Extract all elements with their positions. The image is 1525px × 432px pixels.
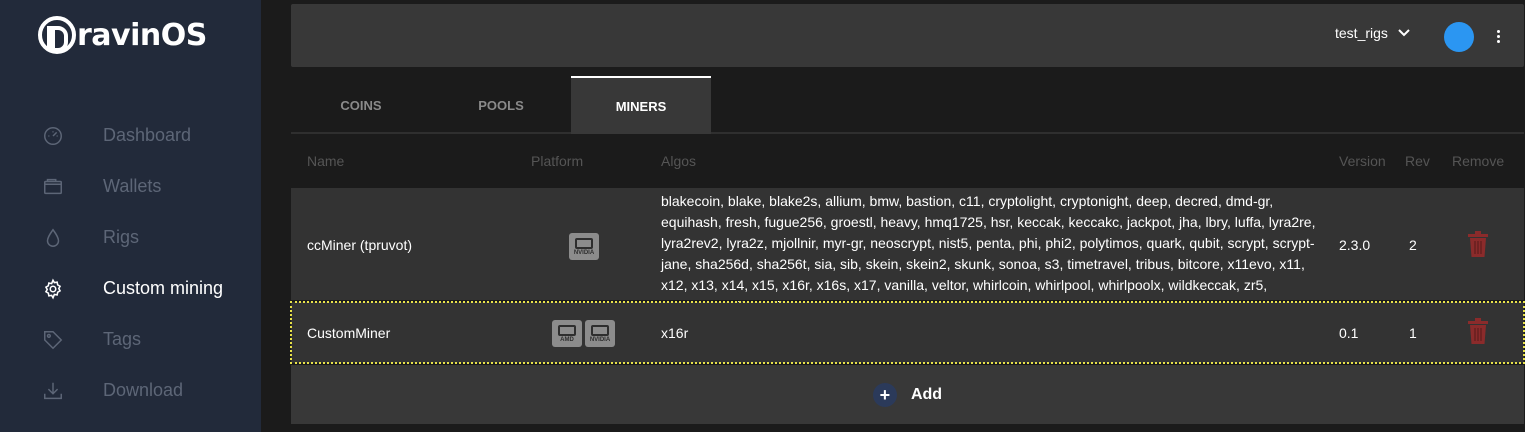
miner-version: 2.3.0 bbox=[1339, 237, 1371, 253]
miner-algos: x16r bbox=[661, 325, 689, 341]
tab-miners[interactable]: MINERS bbox=[571, 76, 711, 134]
nvidia-icon: NVIDIA bbox=[585, 320, 615, 347]
miner-algos: blakecoin, blake, blake2s, allium, bmw, … bbox=[661, 193, 1316, 314]
sidebar-item-label: Wallets bbox=[103, 176, 162, 196]
rig-group-label: test_rigs bbox=[1335, 25, 1388, 41]
column-header-rev: Rev bbox=[1405, 153, 1430, 169]
sidebar-item-label: Download bbox=[103, 380, 184, 400]
column-header-platform: Platform bbox=[531, 153, 584, 169]
more-options-icon[interactable] bbox=[1491, 25, 1505, 47]
sidebar-item-label: Rigs bbox=[103, 227, 140, 247]
chevron-down-icon bbox=[1398, 29, 1410, 37]
logo-mark-icon bbox=[38, 16, 76, 54]
sidebar-item-wallets[interactable]: Wallets bbox=[0, 161, 261, 212]
sidebar-item-tags[interactable]: Tags bbox=[0, 314, 261, 365]
sidebar-item-rigs[interactable]: Rigs bbox=[0, 212, 261, 263]
speedometer-icon bbox=[41, 124, 65, 148]
sidebar-item-dashboard[interactable]: Dashboard bbox=[0, 110, 261, 161]
wallet-icon bbox=[41, 175, 65, 199]
drop-icon bbox=[41, 226, 65, 250]
rig-group-select[interactable]: test_rigs bbox=[1335, 25, 1410, 41]
tag-icon bbox=[41, 328, 65, 352]
miner-version: 0.1 bbox=[1339, 325, 1359, 341]
sidebar-nav: Dashboard Wallets Rigs Custom mining Tag… bbox=[0, 110, 261, 416]
sidebar-item-label: Custom mining bbox=[103, 278, 224, 298]
tab-bar: COINS POOLS MINERS bbox=[291, 76, 1524, 134]
column-header-version: Version bbox=[1339, 153, 1386, 169]
avatar[interactable] bbox=[1444, 22, 1474, 52]
column-header-name: Name bbox=[307, 153, 345, 169]
brand-name: ravinOS bbox=[77, 17, 207, 53]
sidebar-item-custom-mining[interactable]: Custom mining bbox=[0, 263, 261, 314]
table-header: Name Platform Algos Version Rev Remove bbox=[291, 136, 1524, 186]
add-label: Add bbox=[910, 385, 943, 403]
trash-icon[interactable] bbox=[1468, 318, 1488, 344]
table-row[interactable]: ccMiner (tpruvot) NVIDIA blakecoin, blak… bbox=[291, 188, 1524, 314]
sidebar: ravinOS Dashboard Wallets Rigs Custom mi… bbox=[0, 0, 261, 432]
sidebar-item-label: Tags bbox=[103, 329, 142, 349]
sidebar-item-download[interactable]: Download bbox=[0, 365, 261, 416]
download-icon bbox=[41, 379, 65, 403]
column-header-remove: Remove bbox=[1452, 153, 1505, 169]
nvidia-icon: NVIDIA bbox=[569, 233, 599, 260]
miner-name: CustomMiner bbox=[307, 325, 391, 341]
miner-rev: 2 bbox=[1409, 237, 1417, 253]
miner-name: ccMiner (tpruvot) bbox=[307, 237, 413, 253]
amd-icon: AMD bbox=[552, 320, 582, 347]
gear-icon bbox=[41, 277, 65, 301]
trash-icon[interactable] bbox=[1468, 231, 1488, 257]
table-row[interactable]: CustomMiner AMD NVIDIA x16r 0.1 1 bbox=[290, 301, 1525, 364]
sidebar-item-label: Dashboard bbox=[103, 125, 192, 145]
tab-coins[interactable]: COINS bbox=[291, 76, 431, 134]
tab-pools[interactable]: POOLS bbox=[431, 76, 571, 134]
add-miner-button[interactable]: + Add bbox=[291, 365, 1524, 424]
brand-logo[interactable]: ravinOS bbox=[38, 14, 207, 56]
miner-rev: 1 bbox=[1409, 325, 1417, 341]
column-header-algos: Algos bbox=[661, 153, 697, 169]
top-bar: test_rigs bbox=[291, 4, 1524, 67]
plus-icon: + bbox=[872, 382, 897, 407]
